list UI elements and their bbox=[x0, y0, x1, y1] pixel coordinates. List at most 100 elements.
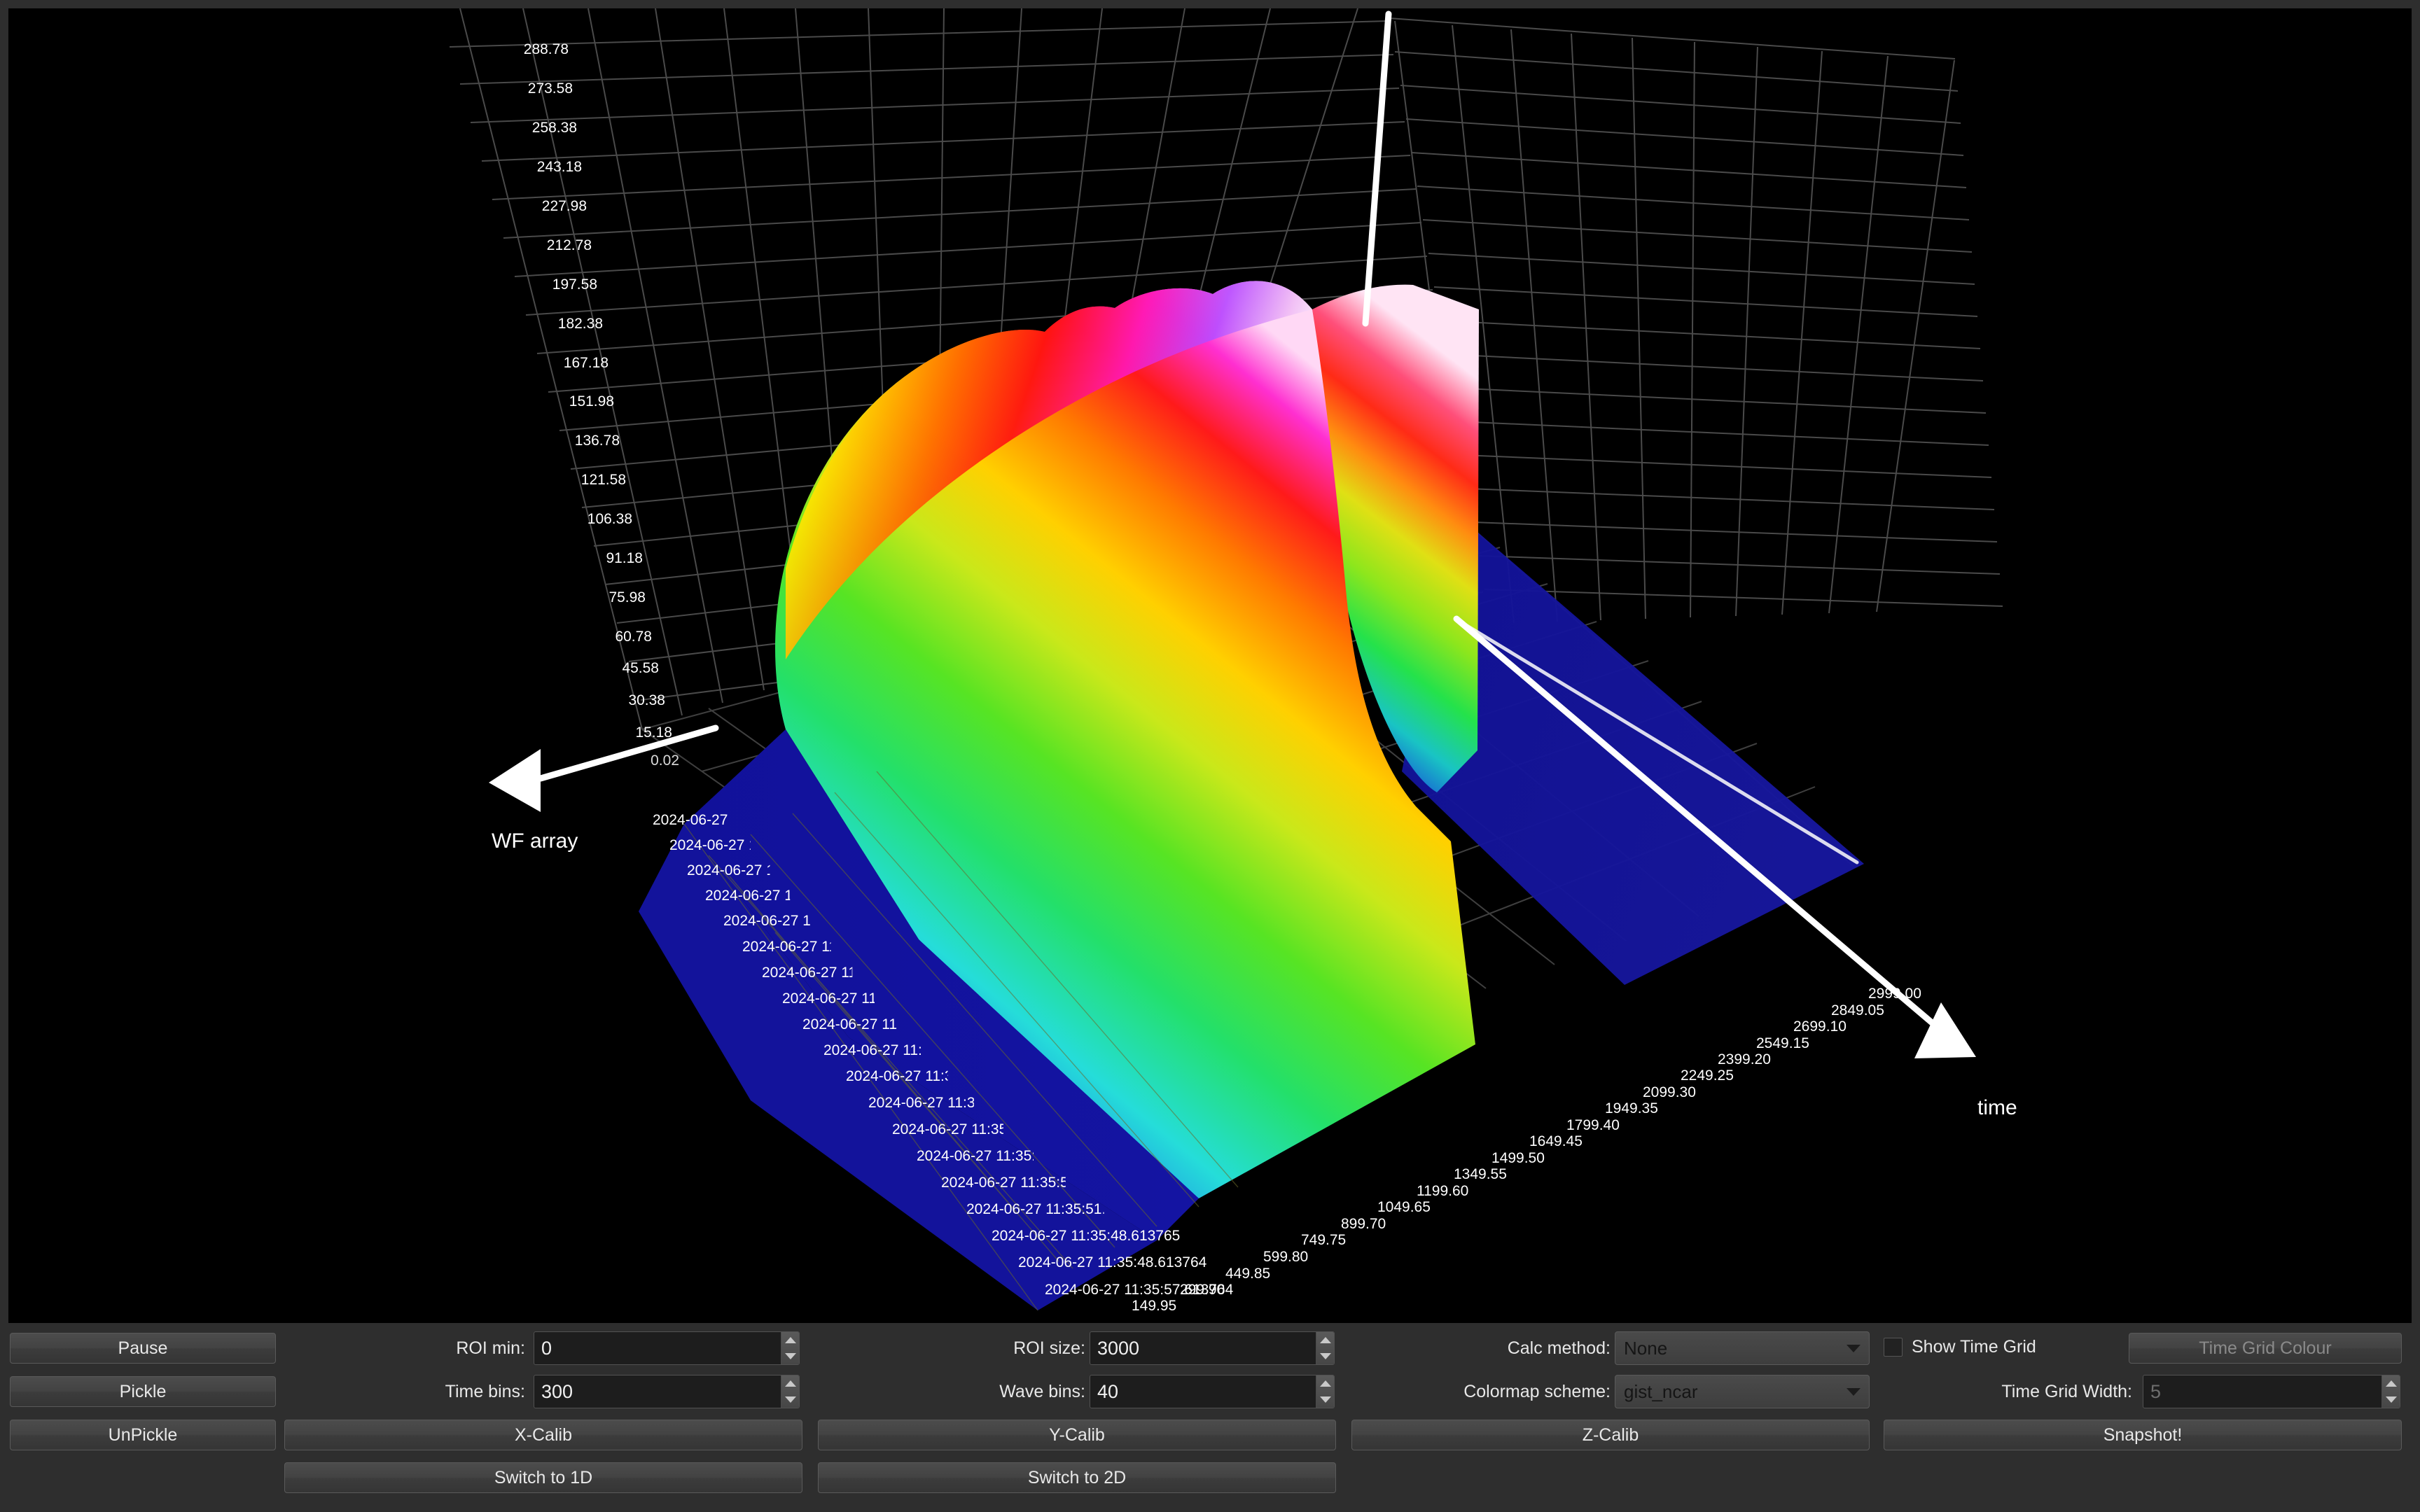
z-tick-label: 197.58 bbox=[552, 276, 597, 293]
z-tick-label: 288.78 bbox=[523, 41, 569, 57]
time-tick-label: 749.75 bbox=[1301, 1232, 1347, 1248]
time-tick-label: 1799.40 bbox=[1566, 1117, 1620, 1133]
plot-svg bbox=[449, 8, 2003, 1311]
back-wall-grid-right bbox=[1389, 18, 2003, 625]
y-axis-title: time bbox=[1977, 1096, 2017, 1119]
z-tick-label: 212.78 bbox=[546, 237, 592, 253]
time-tick-label: 1349.55 bbox=[1454, 1166, 1507, 1182]
z-tick-label: 151.98 bbox=[569, 393, 614, 410]
calc-method-label: Calc method: bbox=[1507, 1338, 1611, 1358]
control-panel: Pause Pickle UnPickle ROI min: 0 Time bi… bbox=[0, 1323, 2420, 1512]
time-grid-width-stepper[interactable] bbox=[2381, 1376, 2400, 1408]
time-tick-label: 2999.00 bbox=[1868, 986, 1921, 1002]
time-tick-label: 2849.05 bbox=[1831, 1002, 1884, 1018]
x-calib-button[interactable]: X-Calib bbox=[284, 1420, 802, 1450]
colormap-scheme-label: Colormap scheme: bbox=[1463, 1381, 1611, 1401]
show-time-grid-label: Show Time Grid bbox=[1912, 1337, 2036, 1357]
roi-size-decrement-icon[interactable] bbox=[1316, 1348, 1334, 1364]
pause-button[interactable]: Pause bbox=[10, 1333, 276, 1364]
time-tick-label: 2699.10 bbox=[1793, 1018, 1847, 1035]
z-tick-label: 273.58 bbox=[527, 80, 573, 97]
roi-size-spinbox[interactable]: 3000 bbox=[1090, 1331, 1335, 1365]
roi-min-value[interactable]: 0 bbox=[534, 1332, 781, 1364]
z-tick-label: 15.18 bbox=[635, 724, 672, 741]
roi-size-increment-icon[interactable] bbox=[1316, 1332, 1334, 1348]
snapshot-button[interactable]: Snapshot! bbox=[1884, 1420, 2402, 1450]
z-tick-label: 91.18 bbox=[606, 550, 643, 566]
roi-min-decrement-icon[interactable] bbox=[781, 1348, 799, 1364]
time-tick-label: 599.80 bbox=[1263, 1249, 1309, 1265]
roi-min-label: ROI min: bbox=[456, 1338, 525, 1358]
time-tick-label: 299.90 bbox=[1180, 1282, 1225, 1298]
time-tick-label: 2099.30 bbox=[1643, 1084, 1696, 1100]
time-bins-value[interactable]: 300 bbox=[534, 1376, 781, 1408]
time-grid-width-decrement-icon[interactable] bbox=[2382, 1392, 2400, 1408]
time-bins-label: Time bins: bbox=[445, 1381, 525, 1401]
calc-method-dropdown[interactable]: None bbox=[1615, 1331, 1870, 1365]
time-grid-width-increment-icon[interactable] bbox=[2382, 1376, 2400, 1392]
calc-method-value: None bbox=[1624, 1337, 1668, 1359]
z-calib-button[interactable]: Z-Calib bbox=[1351, 1420, 1870, 1450]
switch-to-2d-button[interactable]: Switch to 2D bbox=[818, 1462, 1336, 1493]
roi-min-spinbox[interactable]: 0 bbox=[534, 1331, 800, 1365]
colormap-scheme-dropdown[interactable]: gist_ncar bbox=[1615, 1375, 1870, 1408]
z-tick-label: 30.38 bbox=[628, 692, 665, 708]
y-calib-button[interactable]: Y-Calib bbox=[818, 1420, 1336, 1450]
z-tick-label: 167.18 bbox=[563, 355, 609, 371]
wf-tick-label: 2024-06-27 11:35:48.613765 bbox=[992, 1228, 1181, 1244]
pickle-button[interactable]: Pickle bbox=[10, 1376, 276, 1407]
time-bins-spinbox[interactable]: 300 bbox=[534, 1375, 800, 1408]
wave-bins-spinbox[interactable]: 40 bbox=[1090, 1375, 1335, 1408]
time-tick-label: 149.95 bbox=[1132, 1298, 1177, 1314]
wave-bins-value[interactable]: 40 bbox=[1090, 1376, 1316, 1408]
switch-to-1d-button[interactable]: Switch to 1D bbox=[284, 1462, 802, 1493]
z-tick-label: 121.58 bbox=[580, 472, 626, 488]
time-tick-label: 1949.35 bbox=[1605, 1100, 1658, 1116]
wave-bins-stepper[interactable] bbox=[1316, 1376, 1334, 1408]
y-axis-arrowhead bbox=[1914, 1002, 1976, 1058]
wave-bins-label: Wave bins: bbox=[999, 1381, 1085, 1401]
z-tick-label: 227.98 bbox=[541, 198, 587, 214]
z-tick-label: 136.78 bbox=[574, 433, 620, 449]
time-tick-label: 449.85 bbox=[1225, 1266, 1271, 1282]
z-tick-label: 106.38 bbox=[587, 511, 632, 527]
time-bins-stepper[interactable] bbox=[781, 1376, 799, 1408]
time-bins-decrement-icon[interactable] bbox=[781, 1392, 799, 1408]
time-grid-colour-button[interactable]: Time Grid Colour bbox=[2129, 1333, 2402, 1364]
unpickle-button[interactable]: UnPickle bbox=[10, 1420, 276, 1450]
colormap-scheme-value: gist_ncar bbox=[1624, 1380, 1698, 1402]
time-grid-width-value[interactable]: 5 bbox=[2143, 1376, 2381, 1408]
chevron-down-icon bbox=[1847, 1344, 1861, 1352]
time-tick-label: 2249.25 bbox=[1681, 1068, 1734, 1084]
wave-bins-decrement-icon[interactable] bbox=[1316, 1392, 1334, 1408]
checkbox-icon[interactable] bbox=[1884, 1338, 1903, 1357]
z-tick-label: 258.38 bbox=[531, 120, 577, 136]
roi-min-stepper[interactable] bbox=[781, 1332, 799, 1364]
x-axis-title: WF array bbox=[492, 830, 578, 853]
wave-bins-increment-icon[interactable] bbox=[1316, 1376, 1334, 1392]
time-tick-label: 1199.60 bbox=[1417, 1183, 1469, 1199]
time-grid-width-spinbox[interactable]: 5 bbox=[2143, 1375, 2400, 1408]
x-axis-arrowhead bbox=[489, 749, 541, 812]
plot-canvas-3d[interactable]: 288.78 273.58 258.38 243.18 227.98 212.7… bbox=[8, 8, 2412, 1323]
z-tick-label: 243.18 bbox=[536, 159, 582, 175]
roi-size-value[interactable]: 3000 bbox=[1090, 1332, 1316, 1364]
show-time-grid-checkbox[interactable]: Show Time Grid bbox=[1884, 1337, 2036, 1357]
time-grid-width-label: Time Grid Width: bbox=[2001, 1381, 2132, 1401]
roi-size-stepper[interactable] bbox=[1316, 1332, 1334, 1364]
time-tick-label: 2549.15 bbox=[1756, 1035, 1809, 1051]
time-bins-increment-icon[interactable] bbox=[781, 1376, 799, 1392]
wf-tick-label: 2024-06-27 11:35:48.613764 bbox=[1018, 1254, 1207, 1270]
z-tick-label: 75.98 bbox=[609, 589, 646, 606]
time-tick-label: 1649.45 bbox=[1529, 1133, 1583, 1149]
time-tick-label: 1049.65 bbox=[1377, 1199, 1431, 1215]
time-tick-label: 1499.50 bbox=[1491, 1150, 1545, 1166]
roi-size-label: ROI size: bbox=[1013, 1338, 1085, 1358]
z-tick-label: 45.58 bbox=[622, 660, 659, 676]
application-window: 288.78 273.58 258.38 243.18 227.98 212.7… bbox=[0, 0, 2420, 1512]
chevron-down-icon bbox=[1847, 1387, 1861, 1396]
time-tick-label: 2399.20 bbox=[1718, 1051, 1771, 1068]
z-axis-spine bbox=[1362, 10, 1392, 327]
roi-min-increment-icon[interactable] bbox=[781, 1332, 799, 1348]
z-tick-label: 0.02 bbox=[651, 752, 679, 769]
